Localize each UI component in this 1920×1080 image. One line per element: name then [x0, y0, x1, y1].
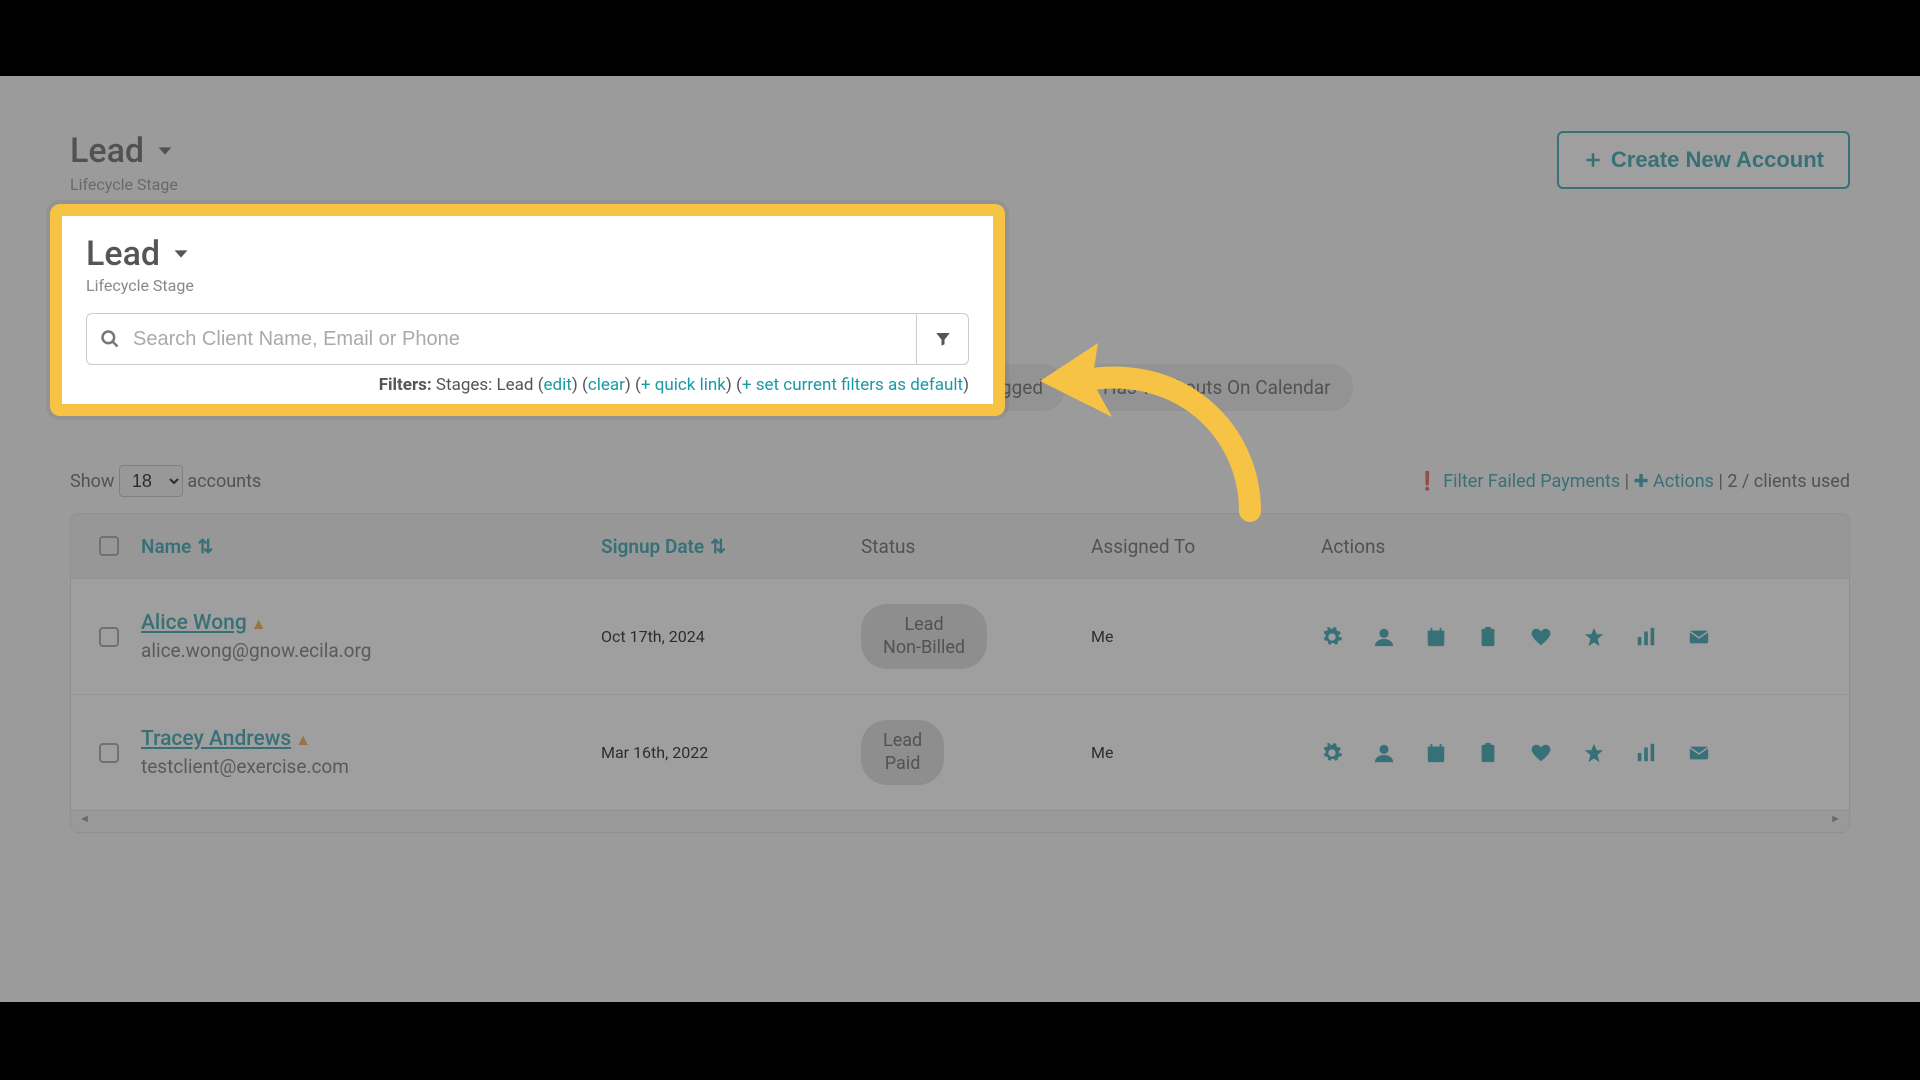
gear-icon[interactable]: [1321, 742, 1343, 764]
row-actions: [1311, 626, 1849, 648]
col-assigned: Assigned To: [1081, 535, 1311, 558]
sort-icon: ⇅: [710, 535, 726, 558]
stage-subtitle: Lifecycle Stage: [70, 175, 980, 194]
signup-date: Mar 16th, 2022: [591, 743, 851, 762]
lifecycle-stage-dropdown[interactable]: Lead: [70, 131, 980, 171]
heartbeat-icon[interactable]: [1529, 742, 1553, 764]
clients-used: 2 / clients used: [1727, 471, 1850, 492]
table-controls: Show 18 accounts ❗ Filter Failed Payment…: [70, 465, 1850, 497]
highlight-callout: Lead Lifecycle Stage Filters: Stages: Le…: [50, 204, 1005, 416]
status-badge: LeadPaid: [861, 720, 944, 785]
lifecycle-stage-dropdown[interactable]: Lead: [86, 234, 969, 274]
calendar-icon[interactable]: [1425, 742, 1447, 764]
client-email: alice.wong@gnow.ecila.org: [141, 639, 581, 662]
clipboard-icon[interactable]: [1477, 626, 1499, 648]
actions-link[interactable]: ✚ Actions: [1634, 471, 1714, 492]
filters-summary: Filters: Stages: Lead (edit) (clear) (+ …: [86, 375, 969, 395]
envelope-icon[interactable]: [1687, 626, 1711, 648]
filters-quicklink-link[interactable]: + quick link: [641, 375, 726, 395]
heartbeat-icon[interactable]: [1529, 626, 1553, 648]
chevron-down-icon: [154, 140, 176, 162]
quick-link-pill[interactable]: Has Workouts On Calendar: [1081, 364, 1353, 411]
star-icon[interactable]: [1583, 742, 1605, 764]
col-name[interactable]: Name ⇅: [141, 535, 581, 558]
user-icon[interactable]: [1373, 742, 1395, 764]
star-icon[interactable]: [1583, 626, 1605, 648]
envelope-icon[interactable]: [1687, 742, 1711, 764]
row-checkbox[interactable]: [99, 743, 119, 763]
clients-table: Name ⇅ Signup Date ⇅ Status Assigned To …: [70, 513, 1850, 833]
app-viewport: Lead Lifecycle Stage Filters:: [0, 76, 1920, 1002]
calendar-icon[interactable]: [1425, 626, 1447, 648]
assigned-to: Me: [1081, 743, 1311, 762]
filter-button[interactable]: [917, 313, 969, 365]
sort-icon: ⇅: [197, 535, 213, 558]
filter-failed-payments-link[interactable]: Filter Failed Payments: [1443, 471, 1620, 492]
search-input[interactable]: [86, 313, 917, 365]
warning-icon: ▲: [295, 730, 311, 749]
search-icon: [100, 329, 120, 349]
client-name-link[interactable]: Alice Wong: [141, 611, 247, 635]
filters-edit-link[interactable]: edit: [544, 375, 572, 395]
col-signup[interactable]: Signup Date ⇅: [601, 535, 841, 558]
stage-subtitle: Lifecycle Stage: [86, 276, 969, 295]
plus-icon: [1583, 150, 1603, 170]
row-checkbox[interactable]: [99, 627, 119, 647]
filters-set-default-link[interactable]: + set current filters as default: [742, 375, 963, 395]
table-row: Tracey Andrews ▲ testclient@exercise.com…: [71, 694, 1849, 810]
alert-icon: ❗: [1416, 471, 1438, 492]
client-email: testclient@exercise.com: [141, 755, 581, 778]
filters-clear-link[interactable]: clear: [588, 375, 625, 395]
horizontal-scroll-hint[interactable]: [71, 810, 1849, 832]
table-row: Alice Wong ▲ alice.wong@gnow.ecila.org O…: [71, 578, 1849, 694]
col-status: Status: [851, 535, 1081, 558]
assigned-to: Me: [1081, 627, 1311, 646]
bar-chart-icon[interactable]: [1635, 626, 1657, 648]
col-actions: Actions: [1311, 535, 1849, 558]
row-actions: [1311, 742, 1849, 764]
filter-icon: [934, 330, 952, 348]
signup-date: Oct 17th, 2024: [591, 627, 851, 646]
clipboard-icon[interactable]: [1477, 742, 1499, 764]
page-size-select[interactable]: 18: [119, 465, 183, 497]
user-icon[interactable]: [1373, 626, 1395, 648]
stage-title-text: Lead: [70, 131, 144, 171]
table-header: Name ⇅ Signup Date ⇅ Status Assigned To …: [71, 514, 1849, 578]
gear-icon[interactable]: [1321, 626, 1343, 648]
status-badge: LeadNon-Billed: [861, 604, 987, 669]
create-account-button[interactable]: Create New Account: [1557, 131, 1850, 189]
warning-icon: ▲: [251, 614, 267, 633]
chevron-down-icon: [170, 243, 192, 265]
select-all-checkbox[interactable]: [99, 536, 119, 556]
client-name-link[interactable]: Tracey Andrews: [141, 727, 291, 751]
bar-chart-icon[interactable]: [1635, 742, 1657, 764]
